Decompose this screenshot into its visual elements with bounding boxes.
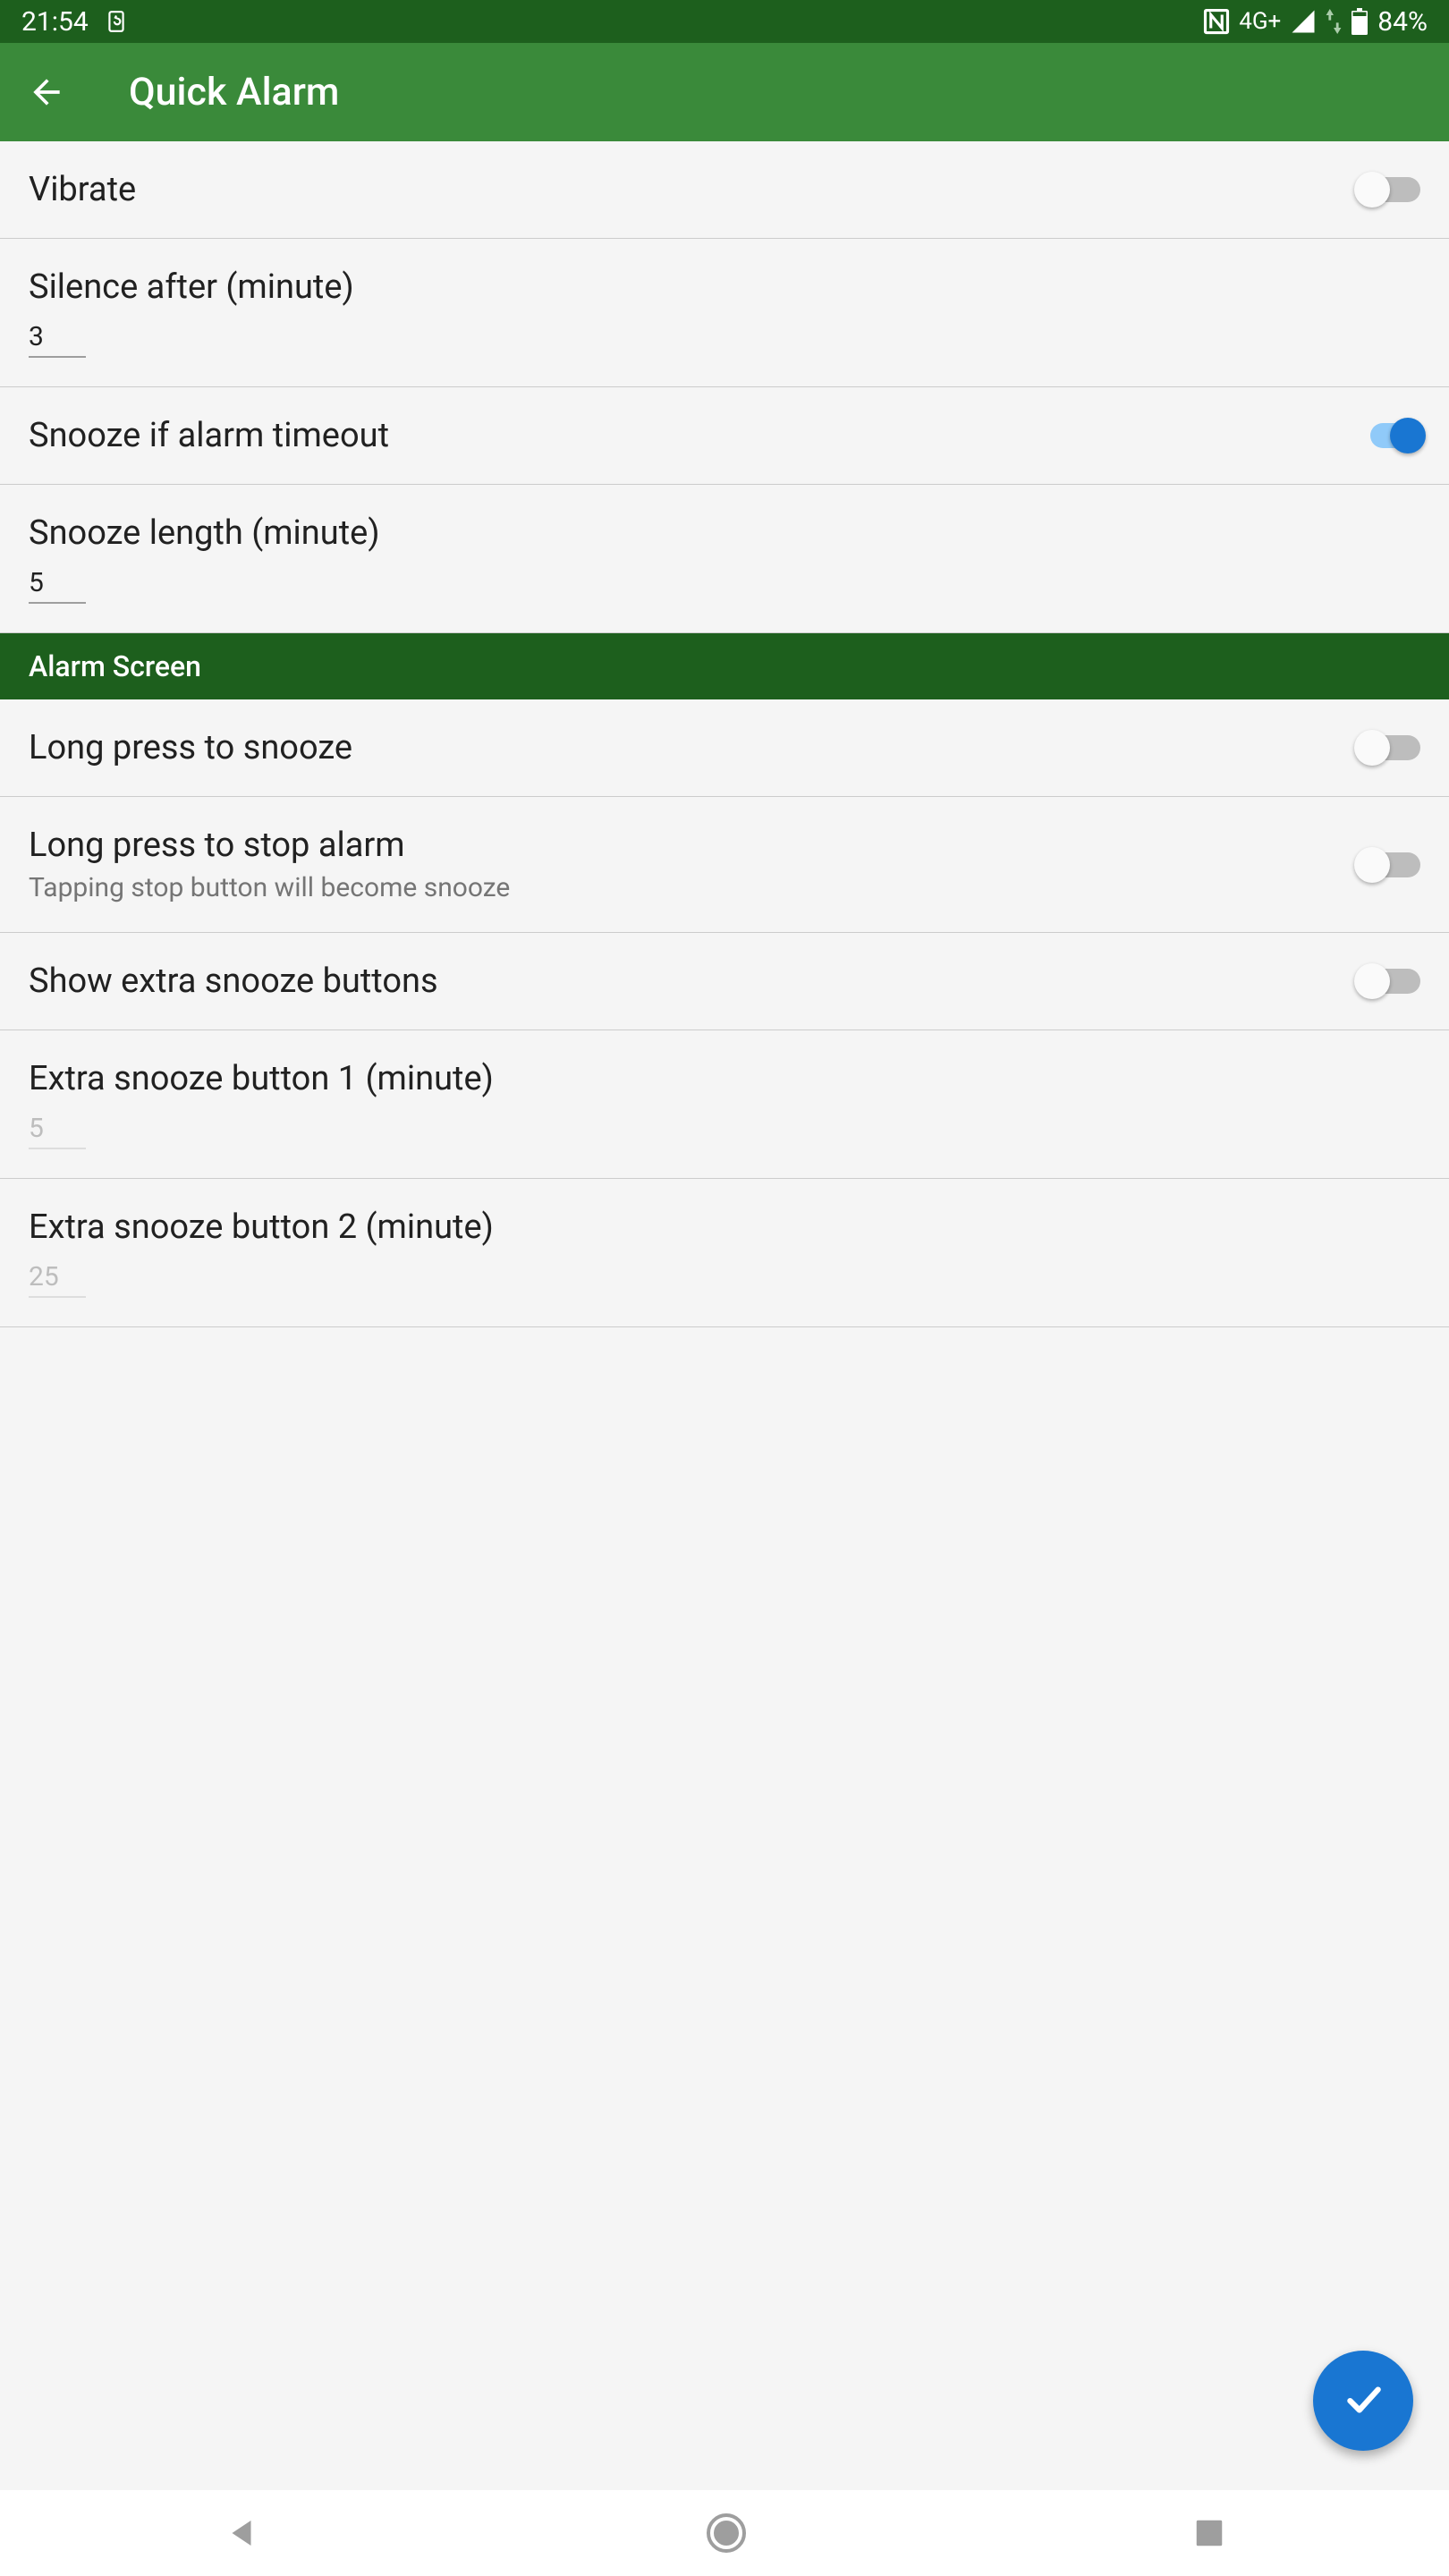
status-time: 21:54 bbox=[21, 6, 89, 38]
extra-snooze-1-input[interactable] bbox=[29, 1109, 86, 1149]
long-press-snooze-label: Long press to snooze bbox=[29, 728, 1354, 767]
long-press-snooze-switch[interactable] bbox=[1354, 730, 1420, 766]
battery-icon bbox=[1351, 8, 1368, 35]
nav-home-icon[interactable] bbox=[705, 2512, 748, 2555]
show-extra-snooze-row[interactable]: Show extra snooze buttons bbox=[0, 933, 1449, 1030]
confirm-fab[interactable] bbox=[1313, 2351, 1413, 2451]
vibrate-label: Vibrate bbox=[29, 170, 1354, 209]
app-bar: Quick Alarm bbox=[0, 43, 1449, 141]
alarm-screen-section: Alarm Screen bbox=[0, 633, 1449, 699]
snooze-length-label: Snooze length (minute) bbox=[29, 513, 380, 553]
battery-percent: 84% bbox=[1377, 6, 1428, 38]
long-press-stop-label: Long press to stop alarm bbox=[29, 826, 1354, 865]
settings-list: Vibrate Silence after (minute) Snooze if… bbox=[0, 141, 1449, 1327]
long-press-stop-switch[interactable] bbox=[1354, 847, 1420, 883]
snooze-length-row[interactable]: Snooze length (minute) bbox=[0, 485, 1449, 633]
vibrate-row[interactable]: Vibrate bbox=[0, 141, 1449, 239]
check-icon bbox=[1341, 2377, 1385, 2425]
silence-after-input[interactable] bbox=[29, 318, 86, 358]
network-type: 4G+ bbox=[1239, 8, 1281, 35]
snooze-timeout-switch[interactable] bbox=[1354, 418, 1420, 453]
back-arrow-icon[interactable] bbox=[27, 72, 66, 112]
page-title: Quick Alarm bbox=[129, 70, 339, 114]
extra-snooze-2-row[interactable]: Extra snooze button 2 (minute) bbox=[0, 1179, 1449, 1327]
long-press-stop-row[interactable]: Long press to stop alarm Tapping stop bu… bbox=[0, 797, 1449, 933]
extra-snooze-2-input[interactable] bbox=[29, 1258, 86, 1298]
show-extra-snooze-label: Show extra snooze buttons bbox=[29, 962, 1354, 1001]
snooze-timeout-label: Snooze if alarm timeout bbox=[29, 416, 1354, 455]
signal-icon bbox=[1290, 8, 1317, 35]
long-press-snooze-row[interactable]: Long press to snooze bbox=[0, 699, 1449, 797]
snooze-length-input[interactable] bbox=[29, 564, 86, 604]
snooze-timeout-row[interactable]: Snooze if alarm timeout bbox=[0, 387, 1449, 485]
vibrate-switch[interactable] bbox=[1354, 172, 1420, 208]
nav-back-icon[interactable] bbox=[223, 2514, 260, 2552]
data-arrows-icon bbox=[1326, 9, 1342, 34]
navigation-bar bbox=[0, 2490, 1449, 2576]
silence-after-label: Silence after (minute) bbox=[29, 267, 354, 307]
extra-snooze-1-row[interactable]: Extra snooze button 1 (minute) bbox=[0, 1030, 1449, 1179]
silence-after-row[interactable]: Silence after (minute) bbox=[0, 239, 1449, 387]
extra-snooze-1-label: Extra snooze button 1 (minute) bbox=[29, 1059, 494, 1098]
long-press-stop-subtitle: Tapping stop button will become snooze bbox=[29, 872, 1354, 903]
nfc-icon bbox=[1203, 8, 1230, 35]
rotation-lock-icon bbox=[105, 8, 128, 35]
status-bar: 21:54 4G+ 84% bbox=[0, 0, 1449, 43]
nav-recent-icon[interactable] bbox=[1192, 2516, 1226, 2550]
show-extra-snooze-switch[interactable] bbox=[1354, 963, 1420, 999]
extra-snooze-2-label: Extra snooze button 2 (minute) bbox=[29, 1208, 494, 1247]
